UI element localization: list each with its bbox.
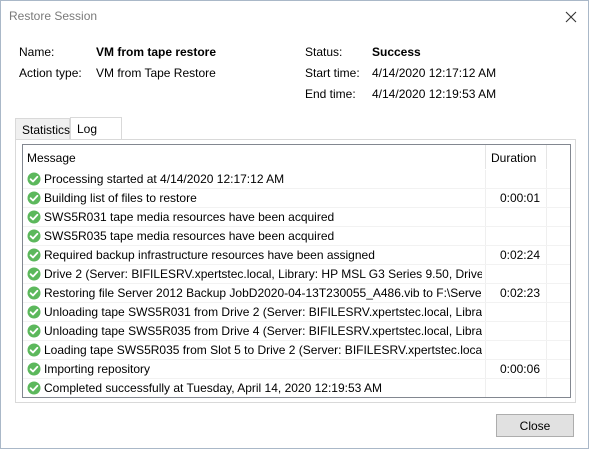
log-row[interactable]: Restoring file Server 2012 Backup JobD20… <box>23 284 570 303</box>
log-row[interactable]: Unloading tape SWS5R035 from Drive 4 (Se… <box>23 322 570 341</box>
action-type-value: VM from Tape Restore <box>96 66 216 80</box>
window-close-button[interactable] <box>558 4 584 30</box>
log-message: Importing repository <box>44 362 151 376</box>
success-check-icon <box>27 191 41 205</box>
success-check-icon <box>27 305 41 319</box>
cell-divider <box>546 303 547 322</box>
cell-divider <box>546 379 547 397</box>
log-message: Drive 2 (Server: BIFILESRV.xpertstec.loc… <box>44 267 482 281</box>
cell-divider <box>485 341 486 360</box>
restore-session-window: Restore Session Name: VM from tape resto… <box>0 0 589 449</box>
cell-divider <box>485 303 486 322</box>
success-check-icon <box>27 229 41 243</box>
cell-divider <box>546 227 547 246</box>
log-row[interactable]: Drive 2 (Server: BIFILESRV.xpertstec.loc… <box>23 265 570 284</box>
log-row[interactable]: Importing repository 0:00:06 <box>23 360 570 379</box>
name-label: Name: <box>19 45 55 59</box>
cell-divider <box>546 265 547 284</box>
log-message: Loading tape SWS5R035 from Slot 5 to Dri… <box>44 343 482 357</box>
log-message: Unloading tape SWS5R035 from Drive 4 (Se… <box>44 324 482 338</box>
success-check-icon <box>27 381 41 395</box>
cell-divider <box>485 170 486 189</box>
grid-header: Message Duration <box>23 145 570 169</box>
success-check-icon <box>27 248 41 262</box>
start-time-label: Start time: <box>305 66 360 80</box>
log-row[interactable]: Required backup infrastructure resources… <box>23 246 570 265</box>
cell-divider <box>546 360 547 379</box>
close-button[interactable]: Close <box>496 414 574 437</box>
end-time-value: 4/14/2020 12:19:53 AM <box>372 87 497 101</box>
log-message: Unloading tape SWS5R031 from Drive 2 (Se… <box>44 305 482 319</box>
log-message: Building list of files to restore <box>44 191 197 205</box>
success-check-icon <box>27 286 41 300</box>
row-divider <box>23 397 570 398</box>
cell-divider <box>546 284 547 303</box>
cell-divider <box>546 341 547 360</box>
cell-divider <box>485 208 486 227</box>
log-grid: Message Duration Processing started at 4… <box>22 144 571 398</box>
window-title: Restore Session <box>9 9 98 23</box>
log-message: Restoring file Server 2012 Backup JobD20… <box>44 286 482 300</box>
cell-divider <box>485 379 486 397</box>
cell-divider <box>485 227 486 246</box>
status-label: Status: <box>305 45 343 59</box>
log-row[interactable]: SWS5R031 tape media resources have been … <box>23 208 570 227</box>
log-panel: Message Duration Processing started at 4… <box>15 139 576 403</box>
column-header-duration[interactable]: Duration <box>491 151 536 165</box>
tab-log[interactable]: Log <box>70 117 122 140</box>
tab-statistics[interactable]: Statistics <box>15 118 70 140</box>
cell-divider <box>546 170 547 189</box>
log-row[interactable]: Unloading tape SWS5R031 from Drive 2 (Se… <box>23 303 570 322</box>
log-message: Completed successfully at Tuesday, April… <box>44 381 382 395</box>
success-check-icon <box>27 172 41 186</box>
title-bar: Restore Session <box>1 1 588 32</box>
success-check-icon <box>27 210 41 224</box>
log-message: SWS5R031 tape media resources have been … <box>44 210 335 224</box>
log-row[interactable]: Loading tape SWS5R035 from Slot 5 to Dri… <box>23 341 570 360</box>
column-divider[interactable] <box>485 145 486 169</box>
cell-divider <box>546 246 547 265</box>
log-duration: 0:00:01 <box>499 191 540 205</box>
log-rows: Processing started at 4/14/2020 12:17:12… <box>23 170 570 398</box>
success-check-icon <box>27 324 41 338</box>
log-duration: 0:00:06 <box>499 362 540 376</box>
log-row[interactable]: Completed successfully at Tuesday, April… <box>23 379 570 398</box>
success-check-icon <box>27 267 41 281</box>
cell-divider <box>546 322 547 341</box>
cell-divider <box>485 265 486 284</box>
log-row[interactable]: Building list of files to restore 0:00:01 <box>23 189 570 208</box>
log-message: Processing started at 4/14/2020 12:17:12… <box>44 172 285 186</box>
column-divider[interactable] <box>546 145 547 169</box>
close-icon <box>565 11 577 23</box>
end-time-label: End time: <box>305 87 356 101</box>
log-duration: 0:02:23 <box>499 286 540 300</box>
cell-divider <box>546 208 547 227</box>
log-message: Required backup infrastructure resources… <box>44 248 375 262</box>
cell-divider <box>485 322 486 341</box>
column-header-message[interactable]: Message <box>27 151 76 165</box>
success-check-icon <box>27 343 41 357</box>
action-type-label: Action type: <box>19 66 82 80</box>
cell-divider <box>546 189 547 208</box>
log-row[interactable]: Processing started at 4/14/2020 12:17:12… <box>23 170 570 189</box>
name-value: VM from tape restore <box>96 45 217 59</box>
log-row[interactable]: SWS5R035 tape media resources have been … <box>23 227 570 246</box>
log-message: SWS5R035 tape media resources have been … <box>44 229 335 243</box>
log-duration: 0:02:24 <box>499 248 540 262</box>
status-value: Success <box>372 45 421 59</box>
success-check-icon <box>27 362 41 376</box>
start-time-value: 4/14/2020 12:17:12 AM <box>372 66 497 80</box>
